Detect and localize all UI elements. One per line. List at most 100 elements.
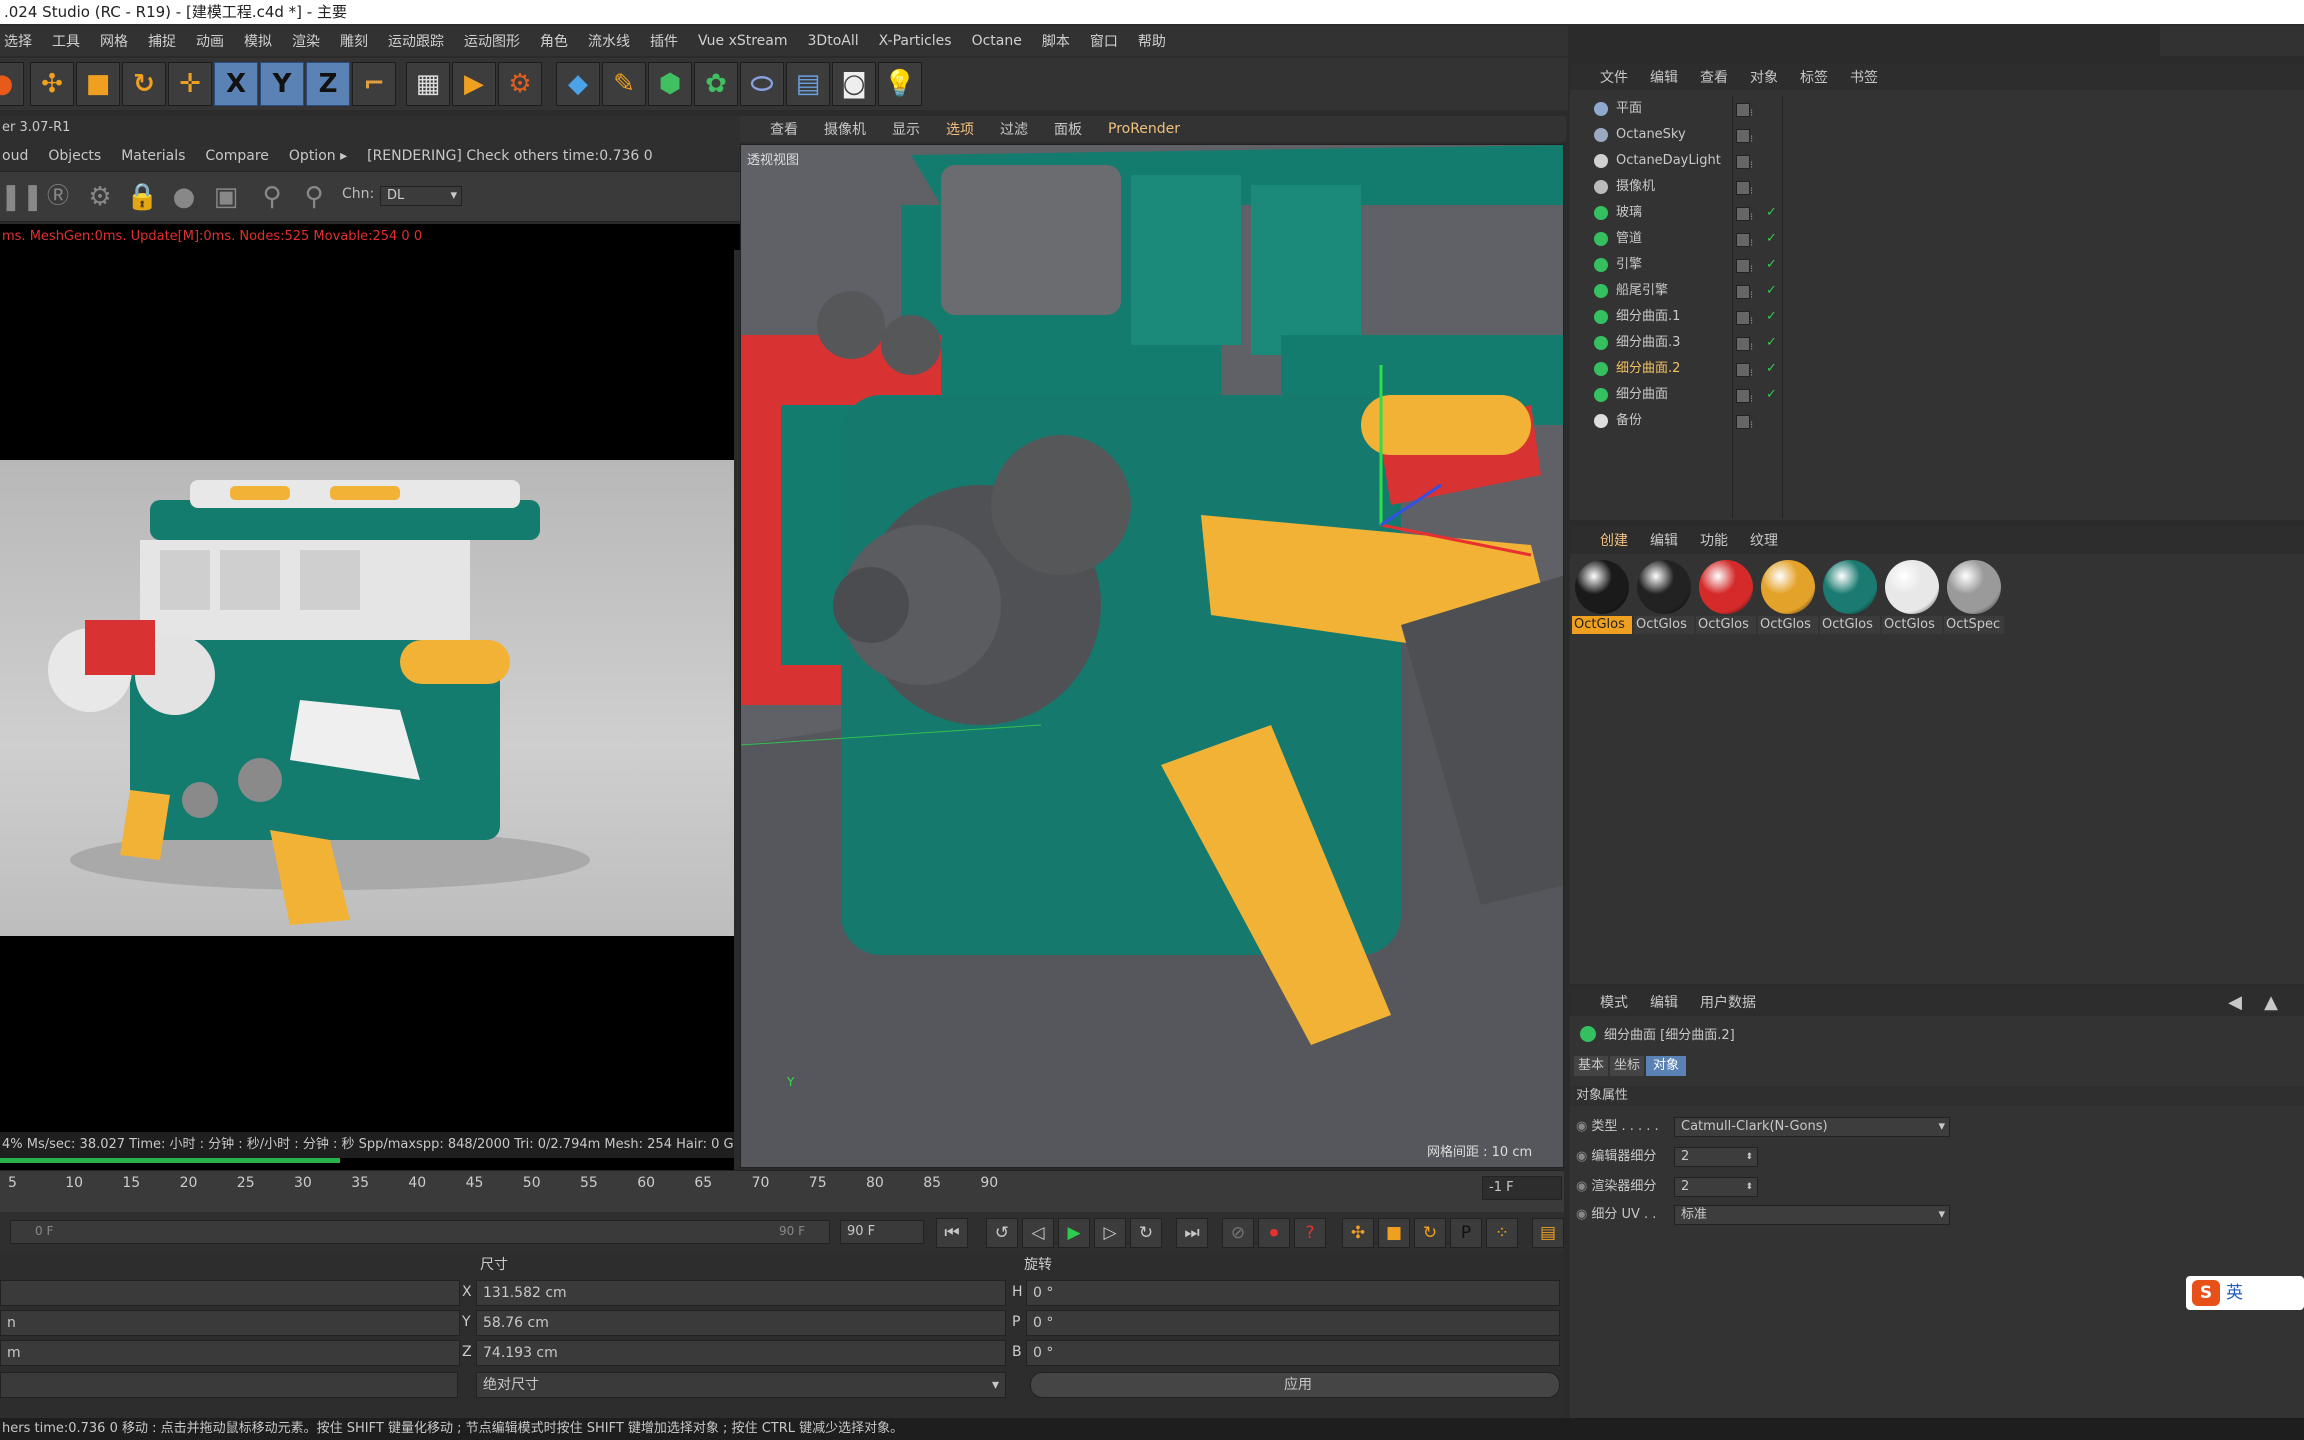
z-axis-lock-button[interactable]: Z [306, 62, 350, 106]
play-icon[interactable]: ▶ [1058, 1218, 1090, 1248]
attr-menu-userdata[interactable]: 用户数据 [1700, 992, 1756, 1012]
object-row[interactable]: 细分曲面.2 ⁝ ✓ [1570, 356, 2304, 382]
apply-button[interactable]: 应用 [1030, 1372, 1560, 1398]
enabled-check-icon[interactable]: ✓ [1766, 356, 1777, 382]
layer-icon[interactable] [1736, 129, 1750, 143]
layer-icon[interactable] [1736, 233, 1750, 247]
y-axis-lock-button[interactable]: Y [260, 62, 304, 106]
position-y-field[interactable]: n [0, 1310, 460, 1336]
mat-menu-create[interactable]: 创建 [1600, 530, 1628, 550]
position-x-field[interactable] [0, 1280, 460, 1306]
enabled-check-icon[interactable]: ✓ [1766, 226, 1777, 252]
camera-icon[interactable]: ◙ [832, 62, 876, 106]
enabled-check-icon[interactable]: ✓ [1766, 330, 1777, 356]
back-arrow-icon[interactable]: ◀ [2228, 992, 2242, 1013]
previous-frame-icon[interactable]: ◁ [1022, 1218, 1054, 1248]
floor-icon[interactable]: ▤ [786, 62, 830, 106]
type-dropdown[interactable]: Catmull-Clark(N-Gons) ▾ [1674, 1117, 1950, 1137]
pen-spline-icon[interactable]: ✎ [602, 62, 646, 106]
menu-item-8[interactable]: 运动跟踪 [388, 31, 444, 51]
object-row[interactable]: OctaneDayLight ⁝ [1570, 148, 2304, 174]
size-z-field[interactable]: 74.193 cm [476, 1340, 1006, 1366]
menu-item-11[interactable]: 流水线 [588, 31, 630, 51]
go-to-start-icon[interactable]: ⏮ [936, 1218, 968, 1248]
layer-icon[interactable] [1736, 311, 1750, 325]
tab-basic[interactable]: 基本 [1574, 1056, 1608, 1076]
timeline-menu-icon[interactable]: ▤ [1532, 1218, 1564, 1248]
stepper-icon[interactable]: ⬍ [1745, 1148, 1753, 1166]
key-scale-icon[interactable]: ■ [1378, 1218, 1410, 1248]
autokey-icon[interactable]: ? [1294, 1218, 1326, 1248]
material-swatch[interactable]: OctGlos [1696, 558, 1756, 638]
animate-dot-icon[interactable]: ◉ [1576, 1119, 1587, 1134]
viewport-menu-options[interactable]: 选项 [946, 119, 974, 139]
ime-indicator[interactable]: S 英 [2186, 1276, 2304, 1310]
menu-item-10[interactable]: 角色 [540, 31, 568, 51]
viewport-menu-view[interactable]: 查看 [770, 119, 798, 139]
ov-menu-cloud[interactable]: oud [2, 148, 28, 164]
menu-item-0[interactable]: 选择 [4, 31, 32, 51]
rotation-h-field[interactable]: 0 ° [1026, 1280, 1560, 1306]
material-swatch[interactable]: OctGlos [1820, 558, 1880, 638]
viewport-menu-cameras[interactable]: 摄像机 [824, 119, 866, 139]
obj-menu-tags[interactable]: 标签 [1800, 67, 1828, 87]
obj-menu-bookmarks[interactable]: 书签 [1850, 67, 1878, 87]
next-key-icon[interactable]: ↻ [1130, 1218, 1162, 1248]
settings-gear-icon[interactable]: ⚙ [84, 181, 116, 213]
light-icon[interactable]: 💡 [878, 62, 922, 106]
obj-menu-view[interactable]: 查看 [1700, 67, 1728, 87]
transform-tool-icon[interactable]: ✛ [168, 62, 212, 106]
layer-icon[interactable] [1736, 259, 1750, 273]
subdiv-uv-dropdown[interactable]: 标准 ▾ [1674, 1205, 1950, 1225]
material-swatch[interactable]: OctSpec [1944, 558, 2004, 638]
position-z-field[interactable]: m [0, 1340, 460, 1366]
object-row[interactable]: 细分曲面.1 ⁝ ✓ [1570, 304, 2304, 330]
material-ball-icon[interactable]: ● [168, 181, 200, 213]
animate-dot-icon[interactable]: ◉ [1576, 1179, 1587, 1194]
record-icon[interactable]: ⏺ [1258, 1218, 1290, 1248]
region-render-icon[interactable]: ▣ [210, 181, 242, 213]
menu-item-5[interactable]: 模拟 [244, 31, 272, 51]
obj-menu-edit[interactable]: 编辑 [1650, 67, 1678, 87]
mat-menu-edit[interactable]: 编辑 [1650, 530, 1678, 550]
menu-item-13[interactable]: Vue xStream [698, 33, 788, 49]
size-y-field[interactable]: 58.76 cm [476, 1310, 1006, 1336]
coordinate-system-icon[interactable]: ⌐ [352, 62, 396, 106]
key-pla-icon[interactable]: ⁘ [1486, 1218, 1518, 1248]
object-row[interactable]: 摄像机 ⁝ [1570, 174, 2304, 200]
key-position-icon[interactable]: ✣ [1342, 1218, 1374, 1248]
ov-menu-materials[interactable]: Materials [121, 148, 185, 164]
object-row[interactable]: 细分曲面 ⁝ ✓ [1570, 382, 2304, 408]
material-swatch[interactable]: OctGlos [1634, 558, 1694, 638]
viewport-menu-display[interactable]: 显示 [892, 119, 920, 139]
up-arrow-icon[interactable]: ▲ [2264, 992, 2278, 1013]
stepper-icon[interactable]: ⬍ [1745, 1178, 1753, 1196]
previous-key-icon[interactable]: ↺ [986, 1218, 1018, 1248]
subdivision-surface-icon[interactable]: ⬢ [648, 62, 692, 106]
live-select-icon[interactable]: ● [0, 62, 24, 106]
object-row[interactable]: 船尾引擎 ⁝ ✓ [1570, 278, 2304, 304]
pick-focus-icon[interactable]: ⚲ [256, 181, 288, 213]
timeline-ruler[interactable]: 5 10 15 20 25 30 35 40 45 50 55 60 65 70 75 80 85 90 [0, 1170, 1564, 1214]
rotate-tool-icon[interactable]: ↻ [122, 62, 166, 106]
object-row[interactable]: 细分曲面.3 ⁝ ✓ [1570, 330, 2304, 356]
layer-icon[interactable] [1736, 181, 1750, 195]
editor-subdiv-field[interactable]: 2 ⬍ [1674, 1147, 1758, 1167]
obj-menu-objects[interactable]: 对象 [1750, 67, 1778, 87]
lock-icon[interactable]: 🔒 [126, 181, 158, 213]
menu-item-16[interactable]: Octane [972, 33, 1022, 49]
menu-item-14[interactable]: 3DtoAll [808, 33, 859, 49]
pause-icon[interactable]: ❚❚ [0, 181, 44, 213]
material-swatch[interactable]: OctGlos [1758, 558, 1818, 638]
menu-item-15[interactable]: X-Particles [879, 33, 952, 49]
perspective-viewport[interactable]: 透视视图 Y 网格间距 : 10 cm [740, 144, 1564, 1168]
menu-item-9[interactable]: 运动图形 [464, 31, 520, 51]
cube-primitive-icon[interactable]: ◆ [556, 62, 600, 106]
object-row[interactable]: 玻璃 ⁝ ✓ [1570, 200, 2304, 226]
move-tool-icon[interactable]: ✣ [30, 62, 74, 106]
enabled-check-icon[interactable]: ✓ [1766, 304, 1777, 330]
menu-item-4[interactable]: 动画 [196, 31, 224, 51]
layer-icon[interactable] [1736, 155, 1750, 169]
go-to-end-icon[interactable]: ⏭ [1176, 1218, 1208, 1248]
enabled-check-icon[interactable]: ✓ [1766, 382, 1777, 408]
